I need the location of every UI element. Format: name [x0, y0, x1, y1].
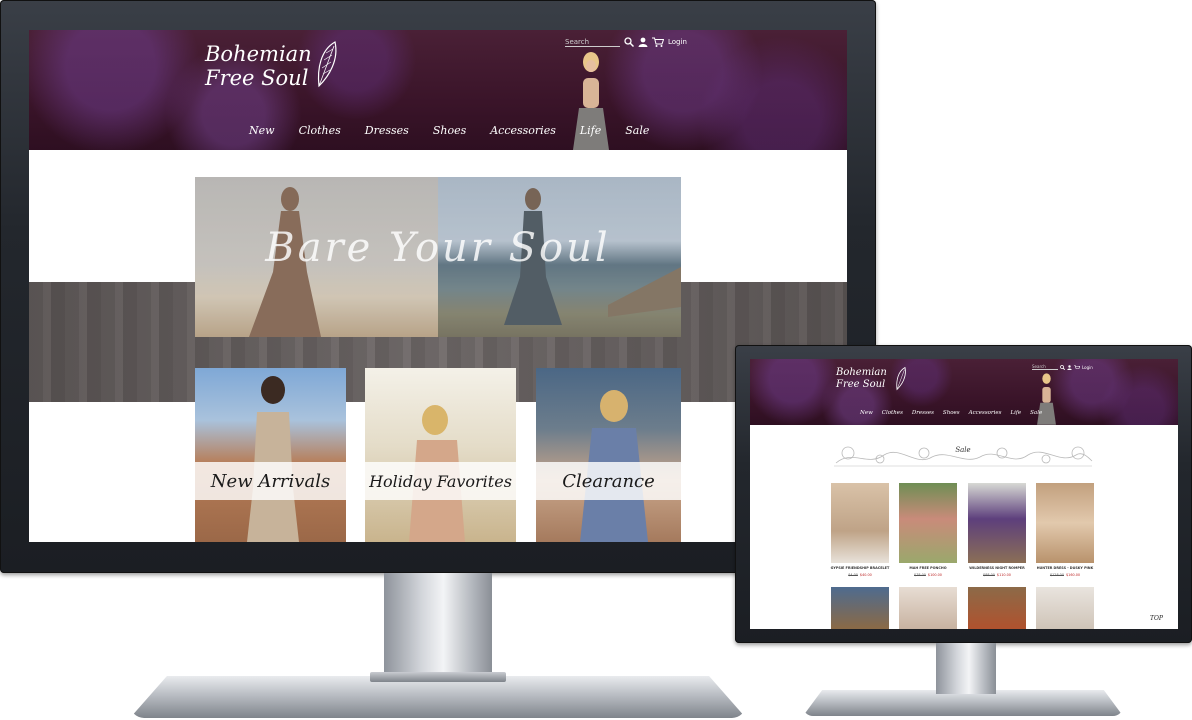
- tile-label: New Arrivals: [195, 462, 346, 500]
- secondary-screen: Bohemian Free Soul Login New Clothes Dre…: [750, 359, 1178, 629]
- tile-label: Holiday Favorites: [365, 462, 516, 500]
- tile-photo: [580, 390, 648, 542]
- product-price: $88.00 $110.00: [964, 573, 1030, 577]
- hero-title: Bare Your Soul: [265, 225, 611, 271]
- back-to-top-link[interactable]: TOP: [1150, 615, 1163, 622]
- desktop-monitor-stand-joint: [370, 672, 506, 682]
- account-icon[interactable]: [1067, 364, 1072, 370]
- product-sale-price: $110.00: [996, 573, 1011, 577]
- nav-item-new[interactable]: New: [860, 410, 873, 416]
- desktop-screen: Bohemian Free Soul Login New Clothes Dre…: [29, 30, 847, 542]
- product-sale-price: $40.00: [859, 573, 872, 577]
- product-image[interactable]: [1036, 483, 1094, 563]
- product-old-price: $78.00: [914, 573, 926, 577]
- logo-line-2: Free Soul: [836, 379, 886, 390]
- login-link[interactable]: Login: [668, 38, 687, 46]
- nav-item-accessories[interactable]: Accessories: [969, 410, 1002, 416]
- tile-clearance[interactable]: Clearance: [536, 368, 681, 542]
- product-name[interactable]: WILDERNESS NIGHT ROMPER: [964, 566, 1030, 570]
- sale-section-title: Sale: [955, 446, 971, 454]
- product-sale-price: $100.00: [927, 573, 942, 577]
- nav-item-clothes[interactable]: Clothes: [299, 124, 341, 137]
- site-header: Bohemian Free Soul Login New Clothes Dre…: [29, 30, 847, 150]
- main-nav: New Clothes Dresses Shoes Accessories Li…: [249, 124, 649, 137]
- main-nav: New Clothes Dresses Shoes Accessories Li…: [860, 410, 1042, 416]
- header-utility-bar: Login: [565, 37, 687, 47]
- nav-item-life[interactable]: Life: [1010, 410, 1021, 416]
- nav-item-sale[interactable]: Sale: [1030, 410, 1042, 416]
- header-utility-bar: Login: [1032, 364, 1093, 370]
- nav-item-shoes[interactable]: Shoes: [433, 124, 466, 137]
- search-input[interactable]: [565, 37, 620, 47]
- product-name[interactable]: MAH FREE PONCHO: [895, 566, 961, 570]
- product-image[interactable]: [899, 587, 957, 629]
- nav-item-dresses[interactable]: Dresses: [365, 124, 409, 137]
- feather-icon: [317, 41, 337, 88]
- product-image[interactable]: [968, 587, 1026, 629]
- product-old-price: $4.00: [848, 573, 858, 577]
- product-image[interactable]: [968, 483, 1026, 563]
- product-price: $128.00 $160.00: [1032, 573, 1098, 577]
- product-price: $4.00 $40.00: [827, 573, 893, 577]
- tile-holiday-favorites[interactable]: Holiday Favorites: [365, 368, 516, 542]
- login-link[interactable]: Login: [1082, 365, 1093, 370]
- product-image[interactable]: [831, 483, 889, 563]
- sale-section-banner: Sale: [832, 441, 1094, 469]
- product-image[interactable]: [831, 587, 889, 629]
- site-logo[interactable]: Bohemian Free Soul: [205, 44, 312, 89]
- product-old-price: $88.00: [983, 573, 995, 577]
- search-icon[interactable]: [1060, 364, 1065, 370]
- site-logo[interactable]: Bohemian Free Soul: [836, 368, 887, 390]
- desktop-monitor-base: [130, 676, 746, 718]
- search-icon[interactable]: [624, 37, 634, 47]
- product-old-price: $128.00: [1049, 573, 1064, 577]
- product-image[interactable]: [899, 483, 957, 563]
- tile-new-arrivals[interactable]: New Arrivals: [195, 368, 346, 542]
- product-image[interactable]: [1036, 587, 1094, 629]
- nav-item-clothes[interactable]: Clothes: [882, 410, 903, 416]
- nav-item-sale[interactable]: Sale: [625, 124, 649, 137]
- tile-label: Clearance: [536, 462, 681, 500]
- feather-icon: [896, 366, 906, 391]
- tile-photo: [409, 405, 465, 542]
- product-name[interactable]: GYPSIE FRIENDSHIP BRACELET: [827, 566, 893, 570]
- product-price: $78.00 $100.00: [895, 573, 961, 577]
- cart-icon[interactable]: [652, 37, 664, 47]
- logo-line-1: Bohemian: [205, 42, 312, 66]
- desktop-monitor-stand: [384, 573, 492, 679]
- account-icon[interactable]: [638, 37, 648, 47]
- cart-icon[interactable]: [1074, 364, 1080, 370]
- search-input[interactable]: [1032, 364, 1058, 370]
- logo-line-2: Free Soul: [205, 66, 309, 90]
- nav-item-new[interactable]: New: [249, 124, 275, 137]
- nav-item-dresses[interactable]: Dresses: [912, 410, 934, 416]
- tile-photo: [247, 376, 299, 542]
- nav-item-accessories[interactable]: Accessories: [490, 124, 556, 137]
- product-name[interactable]: HUNTER DRESS - DUSKY PINK: [1032, 566, 1098, 570]
- header-model-photo: [1037, 373, 1056, 425]
- laptop-monitor-stand: [936, 643, 996, 694]
- product-sale-price: $160.00: [1066, 573, 1081, 577]
- site-header: Bohemian Free Soul Login New Clothes Dre…: [750, 359, 1178, 425]
- logo-line-1: Bohemian: [836, 367, 887, 378]
- hero-banner[interactable]: Bare Your Soul: [195, 177, 681, 337]
- nav-item-shoes[interactable]: Shoes: [943, 410, 960, 416]
- nav-item-life[interactable]: Life: [580, 124, 601, 137]
